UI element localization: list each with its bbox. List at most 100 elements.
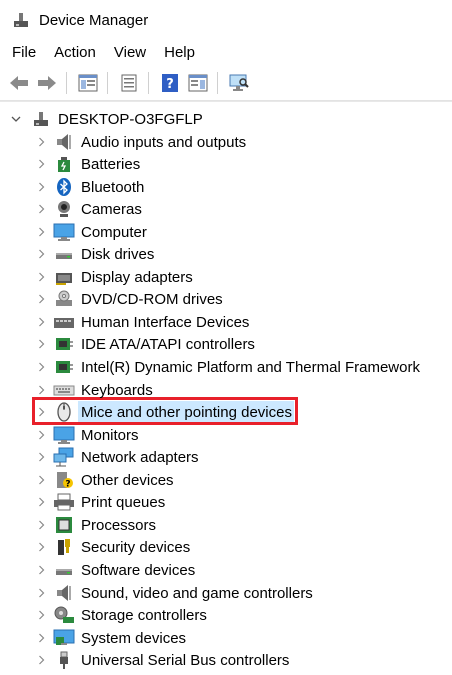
chevron-right-icon[interactable] — [35, 198, 47, 220]
computer-tower-icon — [30, 108, 52, 130]
security-icon — [53, 536, 75, 558]
chevron-right-icon[interactable] — [35, 221, 47, 243]
toolbar-separator — [107, 72, 108, 94]
tree-item-mice-and-other-pointing-devices[interactable]: Mice and other pointing devices — [0, 401, 452, 423]
computer-icon — [53, 221, 75, 243]
tree-item-label: Security devices — [81, 538, 191, 556]
menu-view[interactable]: View — [108, 41, 152, 65]
monitor-icon — [53, 424, 75, 446]
tree-item-computer[interactable]: Computer — [0, 221, 452, 243]
tree-item-label: Universal Serial Bus controllers — [81, 651, 290, 669]
dvd-icon — [53, 288, 75, 310]
chevron-right-icon[interactable] — [35, 153, 47, 175]
tree-item-sound-video-and-game-controllers[interactable]: Sound, video and game controllers — [0, 582, 452, 604]
mouse-icon — [53, 401, 75, 423]
tree-item-other-devices[interactable]: ? Other devices — [0, 469, 452, 491]
tree-item-label: Cameras — [81, 200, 142, 218]
chevron-right-icon[interactable] — [35, 446, 47, 468]
chevron-right-icon[interactable] — [35, 582, 47, 604]
chevron-right-icon[interactable] — [35, 514, 47, 536]
tree-item-label: Disk drives — [81, 245, 155, 263]
device-manager-icon — [10, 9, 32, 31]
tree-item-ide-ata-atapi-controllers[interactable]: IDE ATA/ATAPI controllers — [0, 333, 452, 355]
chevron-right-icon[interactable] — [35, 469, 47, 491]
tree-item-processors[interactable]: Processors — [0, 514, 452, 536]
toolbar: ? — [0, 66, 452, 101]
chevron-right-icon[interactable] — [35, 559, 47, 581]
chevron-right-icon[interactable] — [35, 311, 47, 333]
menu-action[interactable]: Action — [48, 41, 102, 65]
chevron-right-icon[interactable] — [35, 401, 47, 423]
tree-item-print-queues[interactable]: Print queues — [0, 491, 452, 513]
bluetooth-icon — [53, 176, 75, 198]
chevron-right-icon[interactable] — [35, 604, 47, 626]
chevron-right-icon[interactable] — [35, 379, 47, 401]
tree-root[interactable]: DESKTOP-O3FGFLP — [0, 108, 452, 130]
chevron-right-icon[interactable] — [35, 627, 47, 649]
chevron-right-icon[interactable] — [35, 131, 47, 153]
chevron-right-icon[interactable] — [35, 649, 47, 671]
chip-icon — [53, 356, 75, 378]
speaker-icon — [53, 131, 75, 153]
tree-item-software-devices[interactable]: Software devices — [0, 559, 452, 581]
chevron-right-icon[interactable] — [35, 491, 47, 513]
chevron-right-icon[interactable] — [35, 243, 47, 265]
tree-item-bluetooth[interactable]: Bluetooth — [0, 176, 452, 198]
unknown-device-icon: ? — [53, 469, 75, 491]
properties-pane-icon[interactable] — [75, 70, 101, 96]
window-title: Device Manager — [39, 11, 149, 29]
forward-icon[interactable] — [34, 70, 60, 96]
chevron-right-icon[interactable] — [35, 333, 47, 355]
tree-item-label: IDE ATA/ATAPI controllers — [81, 335, 255, 353]
tree-item-security-devices[interactable]: Security devices — [0, 536, 452, 558]
device-list-icon[interactable] — [116, 70, 142, 96]
tree-item-label: Display adapters — [81, 268, 193, 286]
display-adapter-icon — [53, 266, 75, 288]
menu-bar: File Action View Help — [0, 41, 452, 65]
tree-item-disk-drives[interactable]: Disk drives — [0, 243, 452, 265]
tree-item-label: Intel(R) Dynamic Platform and Thermal Fr… — [81, 358, 420, 376]
tree-item-label: Mice and other pointing devices — [81, 403, 292, 421]
sound-icon — [53, 582, 75, 604]
tree-item-monitors[interactable]: Monitors — [0, 424, 452, 446]
monitor-scan-icon[interactable] — [226, 70, 252, 96]
menu-file[interactable]: File — [6, 41, 42, 65]
storage-icon — [53, 604, 75, 626]
chevron-right-icon[interactable] — [35, 266, 47, 288]
help-icon[interactable]: ? — [157, 70, 183, 96]
chevron-right-icon[interactable] — [35, 288, 47, 310]
menu-help[interactable]: Help — [158, 41, 201, 65]
tree-item-system-devices[interactable]: System devices — [0, 627, 452, 649]
tree-item-display-adapters[interactable]: Display adapters — [0, 266, 452, 288]
tree-item-intel-r-dynamic-platform-and-thermal-framework[interactable]: Intel(R) Dynamic Platform and Thermal Fr… — [0, 356, 452, 378]
tree-item-label: Sound, video and game controllers — [81, 584, 313, 602]
tree-item-storage-controllers[interactable]: Storage controllers — [0, 604, 452, 626]
tree-item-cameras[interactable]: Cameras — [0, 198, 452, 220]
tree-item-dvd-cd-rom-drives[interactable]: DVD/CD-ROM drives — [0, 288, 452, 310]
tree-item-label: Bluetooth — [81, 178, 145, 196]
tree-item-label: Storage controllers — [81, 606, 207, 624]
software-device-icon — [53, 559, 75, 581]
chevron-down-icon[interactable] — [10, 108, 22, 130]
action-pane-icon[interactable] — [185, 70, 211, 96]
tree-item-label: Print queues — [81, 493, 166, 511]
tree-item-label: Monitors — [81, 426, 139, 444]
tree-item-universal-serial-bus-controllers[interactable]: Universal Serial Bus controllers — [0, 649, 452, 671]
tree-item-label: Human Interface Devices — [81, 313, 250, 331]
chevron-right-icon[interactable] — [35, 176, 47, 198]
root-label: DESKTOP-O3FGFLP — [58, 110, 203, 128]
back-icon[interactable] — [6, 70, 32, 96]
chevron-right-icon[interactable] — [35, 356, 47, 378]
tree-item-batteries[interactable]: Batteries — [0, 153, 452, 175]
chevron-right-icon[interactable] — [35, 536, 47, 558]
tree-item-label: Batteries — [81, 155, 141, 173]
tree-item-human-interface-devices[interactable]: Human Interface Devices — [0, 311, 452, 333]
tree-item-audio-inputs-and-outputs[interactable]: Audio inputs and outputs — [0, 131, 452, 153]
tree-item-network-adapters[interactable]: Network adapters — [0, 446, 452, 468]
svg-text:?: ? — [166, 77, 174, 92]
tree-item-label: Processors — [81, 516, 157, 534]
tree-item-keyboards[interactable]: Keyboards — [0, 379, 452, 401]
tree-item-label: Keyboards — [81, 381, 153, 399]
processor-icon — [53, 514, 75, 536]
chevron-right-icon[interactable] — [35, 424, 47, 446]
